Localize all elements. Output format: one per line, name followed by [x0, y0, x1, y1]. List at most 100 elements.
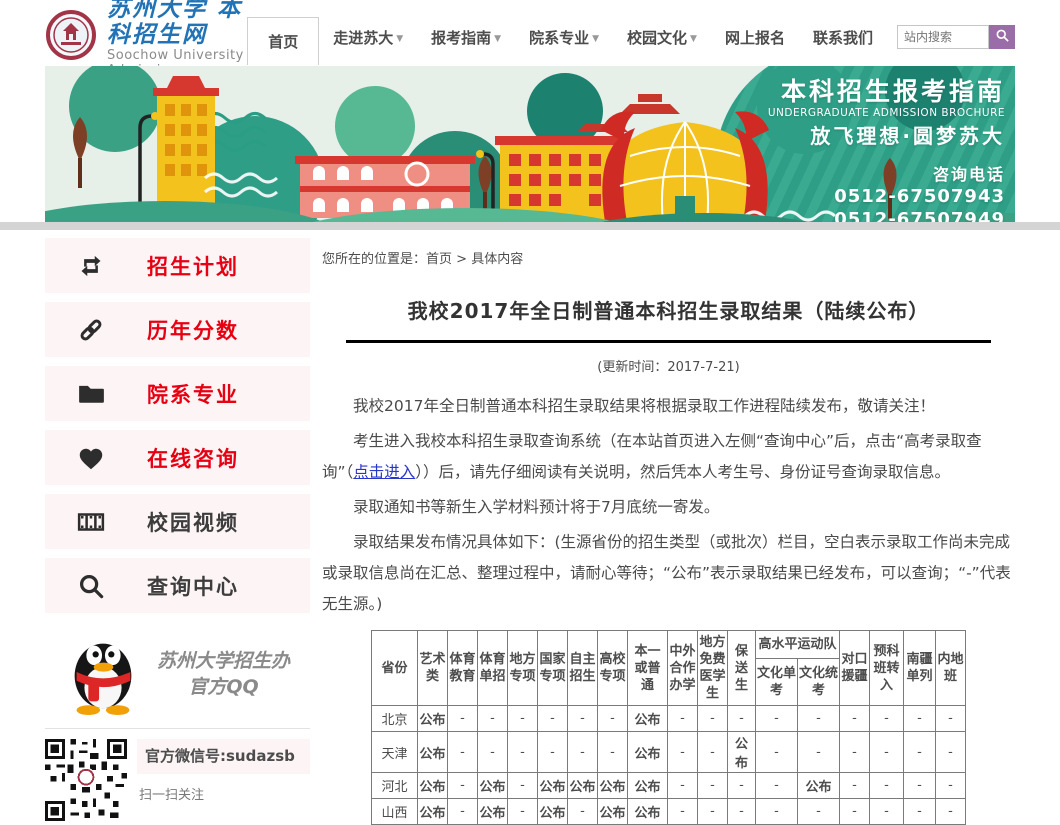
table-cell: -: [508, 706, 538, 732]
sidebar-item-label: 招生计划: [147, 251, 239, 281]
table-cell: -: [756, 732, 798, 773]
table-cell: 公布: [418, 773, 448, 799]
table-header-cell: 南疆单列: [904, 631, 936, 706]
table-cell: 公布: [598, 773, 628, 799]
table-cell: -: [598, 732, 628, 773]
breadcrumb-current: 具体内容: [471, 252, 523, 267]
qq-label-line1: 苏州大学招生办: [157, 648, 290, 674]
sidebar-item-label: 历年分数: [147, 315, 239, 345]
site-search: [897, 25, 1015, 49]
table-cell: 公布: [798, 773, 840, 799]
banner-divider: [0, 222, 1060, 230]
qq-contact[interactable]: 苏州大学招生办 官方QQ: [45, 622, 310, 728]
heart-icon: [75, 442, 107, 474]
wechat-scan-tip: 扫一扫关注: [137, 784, 310, 803]
table-row: 天津公布------公布--公布------: [372, 732, 966, 773]
sidebar-item-query-center[interactable]: 查询中心: [45, 558, 310, 613]
table-cell: -: [698, 799, 728, 825]
link-icon: [75, 314, 107, 346]
chevron-down-icon: ▼: [396, 34, 403, 44]
search-button[interactable]: [989, 25, 1015, 49]
table-header-cell: 内地班: [936, 631, 966, 706]
table-header-cell: 对口援疆: [840, 631, 870, 706]
nav-home[interactable]: 首页: [247, 17, 319, 65]
table-cell: -: [448, 732, 478, 773]
table-cell: -: [728, 799, 756, 825]
table-cell: 公布: [538, 773, 568, 799]
table-row: 北京公布------公布---------: [372, 706, 966, 732]
sidebar-item-departments[interactable]: 院系专业: [45, 366, 310, 421]
sidebar-item-campus-video[interactable]: 校园视频: [45, 494, 310, 549]
sidebar-item-historical-scores[interactable]: 历年分数: [45, 302, 310, 357]
site-header: 苏州大学 本科招生网 Soochow University Admission …: [45, 0, 1015, 66]
table-cell: -: [698, 732, 728, 773]
nav-departments[interactable]: 院系专业▼: [515, 14, 613, 61]
table-cell: -: [598, 706, 628, 732]
sidebar-item-online-consult[interactable]: 在线咨询: [45, 430, 310, 485]
nav-contact[interactable]: 联系我们: [799, 14, 887, 61]
table-cell: -: [728, 706, 756, 732]
table-cell: -: [668, 773, 698, 799]
table-cell-province: 北京: [372, 706, 418, 732]
table-cell: 公布: [418, 732, 448, 773]
wechat-contact: 官方微信号:sudazsb 扫一扫关注: [45, 728, 310, 825]
table-header-cell: 本一或普通: [628, 631, 668, 706]
table-header-cell: 地方专项: [508, 631, 538, 706]
table-header-cell: 高校专项: [598, 631, 628, 706]
nav-guide[interactable]: 报考指南▼: [417, 14, 515, 61]
chevron-down-icon: ▼: [494, 34, 501, 44]
nav-about[interactable]: 走进苏大▼: [319, 14, 417, 61]
table-cell: 公布: [628, 799, 668, 825]
table-cell-province: 天津: [372, 732, 418, 773]
table-cell-province: 山西: [372, 799, 418, 825]
table-cell: 公布: [728, 732, 756, 773]
table-cell: -: [478, 706, 508, 732]
table-cell: -: [538, 732, 568, 773]
table-cell: -: [870, 706, 904, 732]
site-title: 苏州大学 本科招生网: [107, 0, 247, 48]
table-row: 河北公布-公布-公布公布公布公布----公布----: [372, 773, 966, 799]
banner-phone-2: 0512-67507949: [768, 208, 1005, 222]
table-cell: -: [698, 706, 728, 732]
film-icon: [75, 506, 107, 538]
table-cell: -: [448, 706, 478, 732]
table-cell: -: [840, 799, 870, 825]
table-cell: -: [840, 706, 870, 732]
table-cell: -: [728, 773, 756, 799]
table-cell: -: [448, 799, 478, 825]
table-cell: -: [798, 799, 840, 825]
table-cell: 公布: [628, 732, 668, 773]
breadcrumb-home-link[interactable]: 首页: [426, 252, 452, 267]
search-input[interactable]: [897, 25, 989, 49]
sidebar-item-enrollment-plan[interactable]: 招生计划: [45, 238, 310, 293]
click-to-enter-link[interactable]: 点击进入: [353, 463, 415, 481]
table-cell: -: [904, 799, 936, 825]
table-cell: 公布: [598, 799, 628, 825]
nav-campus-culture[interactable]: 校园文化▼: [613, 14, 711, 61]
wechat-account: 官方微信号:sudazsb: [137, 739, 310, 774]
sidebar-item-label: 查询中心: [147, 571, 239, 601]
table-header-cell: 体育教育: [448, 631, 478, 706]
article-paragraph-3: 录取通知书等新生入学材料预计将于7月底统一寄发。: [322, 492, 1015, 523]
folder-icon: [75, 378, 107, 410]
table-header-cell: 艺术类: [418, 631, 448, 706]
table-cell: -: [568, 732, 598, 773]
table-header-cell: 国家专项: [538, 631, 568, 706]
update-time: (更新时间：2017-7-21): [322, 356, 1015, 375]
breadcrumb-prefix: 您所在的位置是：: [322, 252, 426, 267]
admission-banner: 本科招生报考指南 UNDERGRADUATE ADMISSION BROCHUR…: [45, 66, 1015, 222]
table-header-cell: 文化单考: [756, 658, 798, 705]
university-seal-icon: [45, 9, 97, 65]
table-cell: 公布: [418, 799, 448, 825]
table-header-cell: 中外合作办学: [668, 631, 698, 706]
table-cell: -: [840, 773, 870, 799]
table-header-cell: 自主招生: [568, 631, 598, 706]
banner-hotline-label: 咨询电话: [768, 161, 1005, 185]
table-cell: -: [840, 732, 870, 773]
nav-online-apply[interactable]: 网上报名: [711, 14, 799, 61]
table-header-group: 高水平运动队: [756, 631, 840, 659]
table-cell: -: [936, 732, 966, 773]
search-icon: [995, 28, 1010, 46]
table-cell: -: [936, 799, 966, 825]
search-icon: [75, 570, 107, 602]
